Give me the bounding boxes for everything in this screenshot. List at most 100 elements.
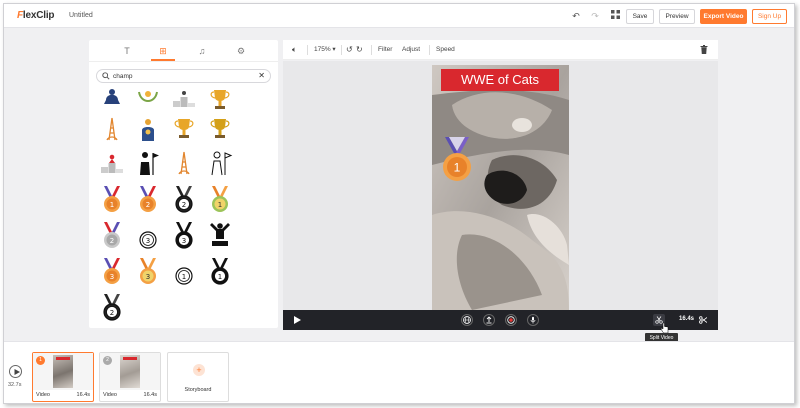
svg-text:1: 1 bbox=[218, 273, 222, 281]
speed-button[interactable]: Speed bbox=[436, 45, 455, 55]
sticker-bronze-medal-1[interactable]: 1 bbox=[98, 185, 126, 213]
sticker-black-medal-3[interactable]: 3 bbox=[170, 221, 198, 249]
storyboard-label: Storyboard bbox=[184, 387, 212, 393]
upload-icon[interactable] bbox=[483, 314, 495, 326]
audio-icon[interactable]: 🔈︎ bbox=[292, 45, 297, 55]
microphone-icon[interactable] bbox=[527, 314, 539, 326]
svg-text:1: 1 bbox=[182, 273, 186, 281]
cat-video-image bbox=[432, 65, 569, 310]
search-box: ✕ bbox=[96, 69, 271, 83]
sticker-silver-medal-2[interactable]: 2 bbox=[98, 221, 126, 249]
sticker-champion-figure[interactable] bbox=[206, 221, 234, 249]
sticker-podium-figure[interactable] bbox=[98, 86, 126, 114]
save-button[interactable]: Save bbox=[626, 9, 654, 24]
editor-toolbar: 🔈︎ 175% ▾ ↺ ↻ Filter Adjust Speed bbox=[283, 40, 718, 60]
preview-button[interactable]: Preview bbox=[659, 9, 695, 24]
clip-type-label: Video bbox=[36, 392, 50, 398]
plus-icon: + bbox=[193, 364, 205, 376]
video-title-banner[interactable]: WWE of Cats bbox=[441, 69, 559, 91]
globe-icon[interactable] bbox=[461, 314, 473, 326]
preview-canvas[interactable]: WWE of Cats 1 bbox=[283, 61, 718, 310]
svg-text:2: 2 bbox=[146, 201, 150, 209]
adjust-button[interactable]: Adjust bbox=[402, 45, 420, 55]
clip-number-badge: 2 bbox=[103, 356, 112, 365]
timeline-play-button[interactable] bbox=[9, 365, 22, 378]
rotate-left-icon[interactable]: ↺ bbox=[346, 45, 353, 55]
timeline-clip-2[interactable]: 2 Video 16.4s bbox=[99, 352, 161, 402]
sticker-podium-people[interactable] bbox=[98, 149, 126, 177]
flexclip-logo[interactable]: FlexClip bbox=[17, 10, 55, 21]
clip-duration: 16.4s bbox=[679, 316, 695, 322]
app-window: FlexClip Untitled ↶ ↷ Save Preview Expor… bbox=[3, 3, 795, 404]
clip-type-label: Video bbox=[103, 392, 117, 398]
svg-text:2: 2 bbox=[182, 201, 186, 209]
rotate-right-icon[interactable]: ↻ bbox=[356, 45, 363, 55]
redo-icon[interactable]: ↷ bbox=[589, 10, 601, 22]
playback-bar: 16.4s bbox=[283, 310, 718, 334]
undo-icon[interactable]: ↶ bbox=[570, 10, 582, 22]
total-duration: 32.7s bbox=[8, 382, 22, 388]
divider bbox=[371, 45, 372, 55]
sticker-bronze-medal-2[interactable]: 2 bbox=[134, 185, 162, 213]
clip-frame-image bbox=[120, 355, 140, 388]
sticker-gold-trophy[interactable] bbox=[206, 86, 234, 114]
sticker-flag-person-black[interactable] bbox=[134, 149, 162, 177]
sticker-gold-trophy[interactable] bbox=[170, 115, 198, 143]
text-icon[interactable]: T bbox=[115, 44, 139, 58]
svg-text:3: 3 bbox=[146, 273, 150, 281]
sticker-laurel-wreath[interactable] bbox=[134, 86, 162, 114]
panel-tabs: T ⊞ ♫ ⚙ bbox=[89, 40, 278, 62]
video-frame[interactable]: WWE of Cats 1 bbox=[432, 65, 569, 310]
divider bbox=[307, 45, 308, 55]
svg-text:2: 2 bbox=[110, 309, 114, 317]
divider bbox=[429, 45, 430, 55]
elements-panel: T ⊞ ♫ ⚙ ✕ 1 2 bbox=[89, 40, 278, 328]
sticker-winners-podium[interactable] bbox=[170, 86, 198, 114]
clip-duration-label: 16.4s bbox=[143, 392, 157, 398]
svg-text:3: 3 bbox=[110, 273, 114, 281]
medal-sticker-overlay[interactable]: 1 bbox=[439, 137, 475, 185]
sticker-silver-medal-3[interactable]: 3 bbox=[134, 257, 162, 285]
clip-number-badge: 1 bbox=[36, 356, 45, 365]
search-icon bbox=[102, 72, 110, 80]
sticker-eiffel-tower[interactable] bbox=[170, 149, 198, 177]
sticker-black-medal-2[interactable]: 2 bbox=[98, 293, 126, 321]
svg-text:1: 1 bbox=[218, 201, 222, 209]
sticker-black-medal-2[interactable]: 2 bbox=[170, 185, 198, 213]
svg-text:1: 1 bbox=[110, 201, 114, 209]
elements-icon[interactable]: ⊞ bbox=[151, 44, 175, 61]
sticker-gold-cup[interactable] bbox=[206, 115, 234, 143]
svg-text:1: 1 bbox=[454, 161, 461, 175]
play-icon[interactable] bbox=[293, 316, 301, 324]
grid-icon[interactable] bbox=[609, 10, 621, 22]
svg-text:2: 2 bbox=[110, 237, 114, 245]
clear-search-icon[interactable]: ✕ bbox=[258, 71, 265, 81]
sticker-black-medal-1[interactable]: 1 bbox=[206, 257, 234, 285]
record-icon[interactable] bbox=[505, 314, 517, 326]
scissors-icon[interactable] bbox=[699, 316, 707, 324]
sticker-outline-medal-1[interactable]: 1 bbox=[170, 257, 198, 285]
sticker-bronze-medal-3[interactable]: 3 bbox=[98, 257, 126, 285]
export-video-button[interactable]: Export Video bbox=[700, 9, 747, 24]
music-icon[interactable]: ♫ bbox=[190, 44, 214, 58]
storyboard-button[interactable]: + Storyboard bbox=[167, 352, 229, 402]
clip-frame-image bbox=[53, 355, 73, 388]
sticker-eiffel-tower[interactable] bbox=[98, 115, 126, 143]
trash-icon[interactable] bbox=[700, 45, 708, 58]
sticker-green-medal-1[interactable]: 1 bbox=[206, 185, 234, 213]
sign-up-button[interactable]: Sign Up bbox=[752, 9, 787, 24]
filter-button[interactable]: Filter bbox=[378, 45, 392, 55]
sticker-black-outline-medal-3[interactable]: 3 bbox=[134, 221, 162, 249]
zoom-select[interactable]: 175% ▾ bbox=[314, 45, 336, 55]
project-title[interactable]: Untitled bbox=[69, 12, 93, 19]
overlay-icon[interactable]: ⚙ bbox=[229, 44, 253, 58]
clip-duration-label: 16.4s bbox=[76, 392, 90, 398]
sticker-flag-person-outline[interactable] bbox=[206, 149, 234, 177]
timeline-clip-1[interactable]: 1 Video 16.4s bbox=[32, 352, 94, 402]
sticker-medal-person[interactable] bbox=[134, 115, 162, 143]
timeline: 32.7s 1 Video 16.4s 2 Video 16.4s + Stor… bbox=[4, 341, 794, 403]
play-icon bbox=[14, 368, 20, 375]
svg-text:3: 3 bbox=[182, 237, 186, 245]
search-input[interactable] bbox=[113, 71, 253, 81]
divider bbox=[341, 45, 342, 55]
